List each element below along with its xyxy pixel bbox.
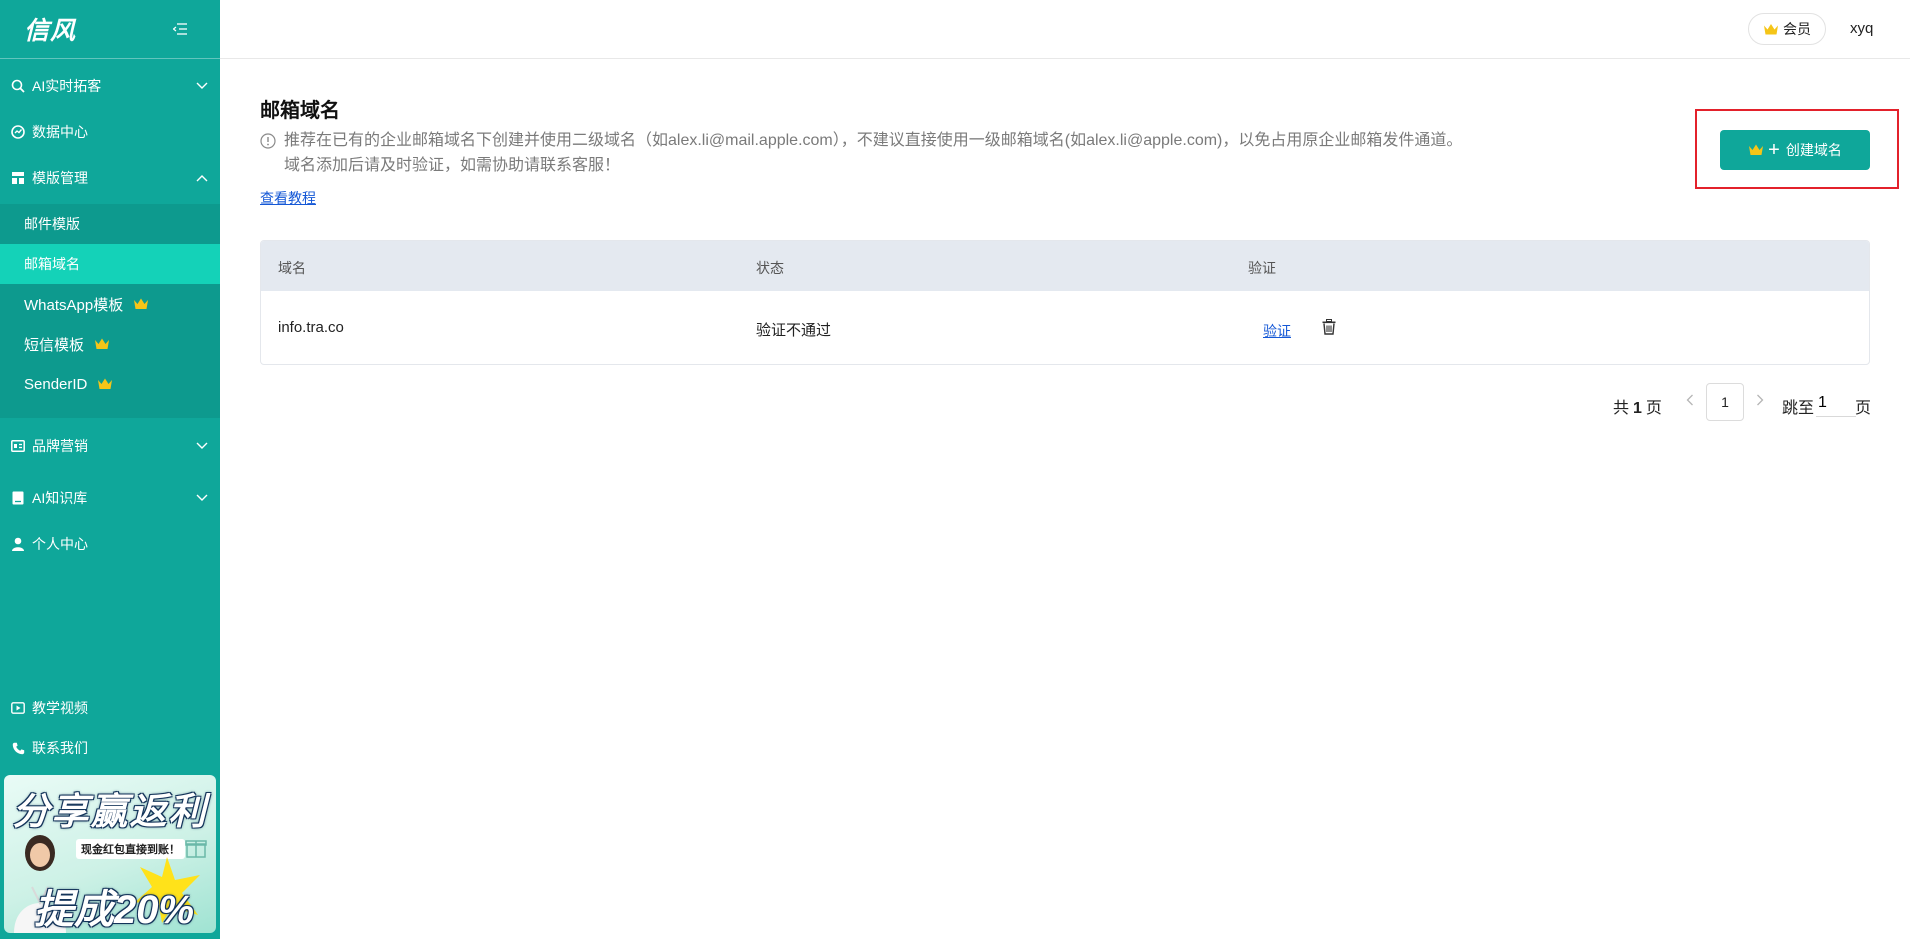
- submenu-item-whatsapp-templates[interactable]: WhatsApp模板: [0, 284, 220, 324]
- dashboard-icon: [10, 124, 26, 140]
- notice-line-2: 域名添加后请及时验证，如需协助请联系客服！: [284, 157, 621, 174]
- referral-promo-banner[interactable]: 分享赢返利 现金红包直接到账！ 提成20%: [4, 775, 216, 933]
- book-icon: [10, 490, 26, 506]
- total-pages: 1: [1633, 400, 1642, 417]
- plus-icon: +: [1768, 139, 1780, 161]
- crown-icon: [94, 337, 110, 351]
- column-header-domain: 域名: [278, 260, 306, 276]
- sidebar-item-label: 品牌营销: [32, 438, 88, 454]
- sidebar-item-tutorial-videos[interactable]: 教学视频: [0, 688, 220, 728]
- jump-unit-label: 页: [1855, 400, 1872, 417]
- notice-text: 推荐在已有的企业邮箱域名下创建并使用二级域名（如alex.li@mail.app…: [260, 128, 1510, 178]
- top-bar: 会员 xyq: [220, 0, 1910, 59]
- page-number-button[interactable]: 1: [1706, 383, 1744, 421]
- submenu-item-label: 短信模板: [24, 336, 85, 354]
- status-cell: 验证不通过: [756, 322, 832, 339]
- id-card-icon: [10, 438, 26, 454]
- trash-icon[interactable]: [1321, 318, 1337, 336]
- video-icon: [10, 700, 26, 716]
- sidebar-item-ai-knowledge-base[interactable]: AI知识库: [0, 478, 220, 518]
- submenu-item-sender-id[interactable]: SenderID: [0, 364, 220, 404]
- crown-icon: [97, 377, 113, 391]
- chevron-left-icon[interactable]: [1682, 390, 1698, 410]
- table-header: 域名 状态 验证: [261, 241, 1869, 291]
- page-title: 邮箱域名: [260, 100, 340, 122]
- submenu-item-sms-templates[interactable]: 短信模板: [0, 324, 220, 364]
- column-header-verify: 验证: [1248, 260, 1276, 276]
- table-row: info.tra.co 验证不通过 验证: [261, 291, 1869, 364]
- sidebar-item-contact-us[interactable]: 联系我们: [0, 728, 220, 768]
- sidebar-item-label: 数据中心: [32, 124, 88, 140]
- pagination-total: 共1页: [1613, 394, 1662, 434]
- menu-collapse-icon[interactable]: [170, 19, 190, 39]
- sidebar-item-label: 联系我们: [32, 740, 88, 756]
- crown-icon: [1748, 143, 1764, 157]
- column-header-status: 状态: [756, 260, 784, 276]
- jump-to-label: 跳至: [1782, 400, 1815, 417]
- submenu-item-email-domains[interactable]: 邮箱域名: [0, 244, 220, 284]
- chevron-down-icon: [194, 78, 210, 94]
- sidebar-item-label: 教学视频: [32, 700, 88, 716]
- promo-rate: 提成20%: [34, 888, 195, 932]
- phone-icon: [10, 740, 26, 756]
- member-label: 会员: [1783, 21, 1811, 37]
- notice-line-1: 推荐在已有的企业邮箱域名下创建并使用二级域名（如alex.li@mail.app…: [284, 132, 1463, 149]
- chevron-right-icon[interactable]: [1752, 390, 1768, 410]
- submenu-item-label: 邮箱域名: [24, 256, 80, 272]
- chevron-up-icon: [194, 170, 210, 186]
- domain-table: 域名 状态 验证 info.tra.co 验证不通过 验证: [260, 240, 1870, 365]
- sidebar-item-label: AI知识库: [32, 490, 88, 506]
- template-icon: [10, 170, 26, 186]
- verify-link[interactable]: 验证: [1263, 321, 1291, 341]
- template-submenu: 邮件模版 邮箱域名 WhatsApp模板 短信模板 SenderID: [0, 204, 220, 418]
- sidebar-item-data-center[interactable]: 数据中心: [0, 112, 220, 152]
- sidebar-header: 信风: [0, 0, 220, 59]
- sidebar: 信风 AI实时拓客 数据中心 模版管理 邮件模版 邮箱域名 WhatsApp模板…: [0, 0, 220, 939]
- submenu-item-label: SenderID: [24, 375, 88, 393]
- member-button[interactable]: 会员: [1748, 13, 1826, 45]
- total-prefix: 共: [1613, 400, 1630, 417]
- sidebar-item-ai-prospecting[interactable]: AI实时拓客: [0, 66, 220, 106]
- create-domain-button[interactable]: + 创建域名: [1720, 130, 1870, 170]
- info-icon: [260, 132, 276, 149]
- sidebar-item-label: 个人中心: [32, 536, 88, 552]
- sidebar-item-label: 模版管理: [32, 170, 88, 186]
- view-tutorial-link[interactable]: 查看教程: [260, 188, 316, 208]
- sidebar-item-template-management[interactable]: 模版管理: [0, 158, 220, 198]
- crown-icon: [133, 297, 149, 311]
- crown-icon: [1763, 22, 1779, 36]
- domain-cell: info.tra.co: [278, 319, 344, 336]
- username[interactable]: xyq: [1850, 20, 1873, 37]
- user-icon: [10, 536, 26, 552]
- submenu-item-label: 邮件模版: [24, 216, 80, 232]
- chevron-down-icon: [194, 490, 210, 506]
- sidebar-item-brand-marketing[interactable]: 品牌营销: [0, 426, 220, 466]
- submenu-item-email-templates[interactable]: 邮件模版: [0, 204, 220, 244]
- sidebar-item-personal-center[interactable]: 个人中心: [0, 524, 220, 564]
- chevron-down-icon: [194, 438, 210, 454]
- total-suffix: 页: [1645, 400, 1662, 417]
- submenu-item-label: WhatsApp模板: [24, 296, 124, 314]
- create-domain-label: 创建域名: [1785, 142, 1842, 158]
- search-icon: [10, 78, 26, 94]
- logo: 信风: [24, 16, 77, 45]
- sidebar-item-label: AI实时拓客: [32, 78, 102, 94]
- jump-to-page-input[interactable]: [1816, 390, 1856, 417]
